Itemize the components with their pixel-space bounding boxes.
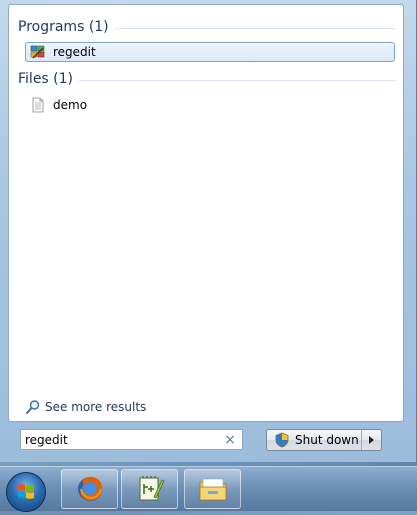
file-explorer-icon: [199, 478, 226, 501]
programs-group-header: Programs (1): [18, 16, 396, 38]
firefox-icon: [77, 476, 102, 501]
divider: [79, 79, 396, 81]
shutdown-button[interactable]: Shut down: [267, 430, 361, 450]
result-item-demo[interactable]: demo: [25, 95, 395, 115]
shutdown-button-group: Shut down: [266, 429, 382, 451]
registry-editor-icon: [30, 44, 46, 60]
result-item-label: regedit: [53, 45, 96, 59]
text-document-icon: [30, 97, 46, 113]
result-item-regedit[interactable]: regedit: [25, 42, 395, 62]
taskbar-notepad-plus-plus[interactable]: [121, 469, 178, 509]
search-results-pane: Programs (1) regedit Files (1) demo See …: [8, 4, 404, 422]
see-more-results-link[interactable]: See more results: [25, 398, 146, 416]
programs-header-label: Programs (1): [18, 19, 109, 35]
shield-icon: [274, 432, 290, 448]
taskbar-firefox[interactable]: [61, 469, 118, 509]
search-icon: [25, 399, 41, 415]
chevron-right-icon: [369, 436, 374, 444]
start-menu: Programs (1) regedit Files (1) demo See …: [0, 0, 417, 462]
start-button[interactable]: [6, 472, 46, 512]
result-item-label: demo: [53, 98, 88, 112]
search-box[interactable]: ×: [20, 429, 243, 450]
see-more-label: See more results: [45, 400, 147, 414]
divider: [114, 27, 396, 29]
files-group-header: Files (1): [18, 68, 396, 90]
files-header-label: Files (1): [18, 71, 74, 87]
taskbar: [0, 466, 417, 512]
shutdown-options-arrow[interactable]: [361, 430, 381, 450]
search-input[interactable]: [25, 432, 220, 447]
shutdown-label: Shut down: [295, 433, 359, 447]
notepad-plus-plus-icon: [139, 476, 165, 501]
windows-logo-icon: [18, 484, 34, 499]
clear-search-icon[interactable]: ×: [222, 432, 238, 448]
taskbar-file-explorer[interactable]: [184, 469, 241, 509]
